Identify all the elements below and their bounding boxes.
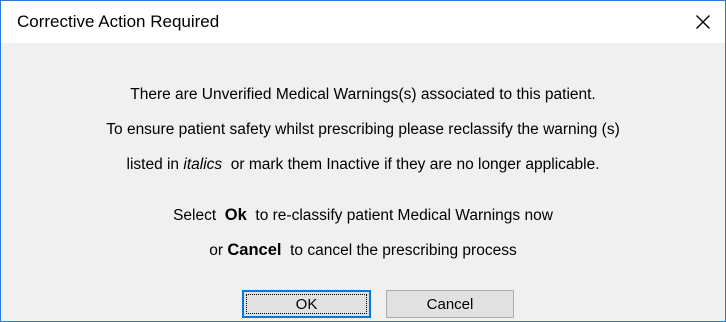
cancel-keyword: Cancel (227, 241, 282, 259)
cancel-button[interactable]: Cancel (386, 290, 514, 318)
message-line-3-end: or mark them Inactive if they are no lon… (222, 156, 600, 173)
message-line-4-end: to re-classify patient Medical Warnings … (246, 207, 553, 224)
message-line-4: Select Ok to re-classify patient Medical… (1, 206, 725, 225)
message-line-5-end: to cancel the prescribing process (281, 242, 517, 259)
cancel-button-label: Cancel (426, 295, 474, 313)
message-line-3: listed in italics or mark them Inactive … (1, 156, 725, 174)
title-bar: Corrective Action Required (1, 1, 725, 43)
message-line-2: To ensure patient safety whilst prescrib… (106, 121, 620, 138)
corrective-action-dialog: Corrective Action Required There are Unv… (0, 0, 726, 322)
message-line-5-start: or (209, 242, 228, 259)
close-icon (696, 15, 710, 29)
dialog-content: There are Unverified Medical Warnings(s)… (1, 43, 725, 321)
close-button[interactable] (681, 1, 725, 43)
message-line-4-start: Select (173, 207, 225, 224)
message-line-3-start: listed in (126, 156, 184, 173)
dialog-title: Corrective Action Required (17, 12, 220, 31)
focus-rectangle (246, 294, 367, 314)
italics-word: italics (183, 156, 223, 173)
ok-keyword: Ok (224, 206, 247, 224)
message-line-1: There are Unverified Medical Warnings(s)… (130, 86, 596, 103)
message-line-5: or Cancel to cancel the prescribing proc… (1, 241, 725, 260)
ok-button[interactable]: OK (242, 290, 371, 318)
